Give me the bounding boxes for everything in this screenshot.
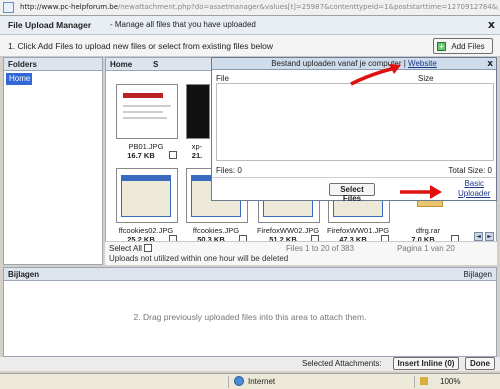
- security-zone: Internet: [248, 377, 276, 386]
- manager-header: File Upload Manager - Manage all files t…: [0, 16, 500, 35]
- file-name: FirefoxWW01.JPG: [326, 226, 390, 235]
- file-size: 21.: [191, 151, 203, 160]
- file-item[interactable]: xp- 21.: [182, 84, 212, 164]
- url-text[interactable]: http://www.pc-helpforum.be/newattachment…: [20, 3, 498, 13]
- file-name: FirefoxWW02.JPG: [256, 226, 320, 235]
- file-name: PB01.JPG: [128, 142, 164, 151]
- file-item[interactable]: PB01.JPG 16.7 KB: [112, 84, 180, 164]
- select-all-checkbox[interactable]: [143, 244, 152, 252]
- file-thumbnail: [116, 168, 178, 223]
- upload-files-count: Files: 0: [216, 166, 242, 175]
- file-name: dfrg.rar: [415, 226, 441, 235]
- basic-uploader-line1: Basic: [464, 179, 485, 188]
- attachments-panel[interactable]: Bijlagen Bijlagen 2. Drag previously upl…: [3, 267, 497, 357]
- zoom-level[interactable]: 100%: [440, 377, 460, 386]
- add-files-button[interactable]: + Add Files: [433, 38, 493, 54]
- arrow-to-basic-uploader-icon: [400, 185, 442, 199]
- basic-uploader-line2: Uploader: [458, 189, 491, 198]
- selected-attachments-label: Selected Attachments:: [302, 359, 382, 368]
- file-count: Files 1 to 20 of 383: [286, 244, 355, 253]
- delete-warning: Uploads not utilized within one hour wil…: [109, 254, 289, 263]
- instruction-bar: 1. Click Add Files to upload new files o…: [0, 35, 500, 57]
- attachments-title: Bijlagen: [8, 270, 40, 279]
- upload-total-size: Total Size: 0: [448, 166, 492, 175]
- column-size: Size: [418, 74, 434, 83]
- insert-inline-button[interactable]: Insert Inline (0): [393, 357, 459, 370]
- status-bar: Internet 100%: [0, 373, 500, 389]
- select-files-button[interactable]: Select Files: [329, 183, 375, 203]
- select-all-label: Select All: [109, 244, 142, 253]
- attachments-bar: Selected Attachments: Insert Inline (0) …: [0, 357, 500, 371]
- divider: [212, 177, 496, 178]
- instruction-text: 1. Click Add Files to upload new files o…: [8, 41, 274, 51]
- folders-header: Folders: [4, 58, 102, 71]
- website-link[interactable]: Website: [408, 59, 437, 68]
- file-size: 16.7 KB: [127, 151, 155, 160]
- url-host: http://www.pc-helpforum.be: [20, 3, 119, 11]
- file-name: ffcookies.JPG: [192, 226, 240, 235]
- drag-instruction: 2. Drag previously uploaded files into t…: [133, 312, 367, 322]
- manager-close-button[interactable]: x: [488, 18, 495, 31]
- file-checkbox[interactable]: [169, 151, 177, 159]
- file-thumbnail: [116, 84, 178, 139]
- url-path: /newattachment.php?do=assetmanager&value…: [118, 3, 498, 11]
- upload-file-list[interactable]: [216, 83, 494, 161]
- file-item[interactable]: ffcookies02.JPG 25.2 KB: [112, 168, 180, 248]
- select-all[interactable]: Select All: [109, 244, 152, 253]
- upload-dialog-close-button[interactable]: x: [487, 59, 493, 69]
- file-name: ffcookies02.JPG: [118, 226, 174, 235]
- files-footer: Select All Files 1 to 20 of 383 Pagina 1…: [105, 241, 497, 265]
- files-header-sort: S: [153, 60, 159, 69]
- folder-home[interactable]: Home: [6, 73, 32, 85]
- file-thumbnail: [186, 84, 210, 139]
- manager-subtitle: - Manage all files that you have uploade…: [110, 20, 256, 29]
- arrow-to-website-icon: [350, 64, 401, 86]
- globe-icon: [234, 376, 244, 386]
- files-header-title: Home: [110, 60, 133, 69]
- attachments-header-right: Bijlagen: [463, 270, 492, 279]
- add-files-label: Add Files: [451, 42, 485, 51]
- done-button[interactable]: Done: [465, 357, 495, 370]
- folders-panel: Folders Home: [3, 57, 103, 265]
- page-indicator: Pagina 1 van 20: [397, 244, 455, 253]
- plus-icon: +: [437, 42, 446, 51]
- attachments-header: Bijlagen Bijlagen: [4, 268, 496, 281]
- basic-uploader-link[interactable]: Basic Uploader: [458, 179, 490, 199]
- next-page-button[interactable]: ►: [485, 232, 494, 241]
- protected-mode-icon: [420, 377, 428, 385]
- address-bar[interactable]: http://www.pc-helpforum.be/newattachment…: [0, 0, 500, 16]
- page-icon: [3, 2, 14, 13]
- file-name: xp-: [191, 142, 203, 151]
- column-file: File: [216, 74, 229, 83]
- prev-page-button[interactable]: ◄: [474, 232, 483, 241]
- manager-title: File Upload Manager: [8, 20, 92, 30]
